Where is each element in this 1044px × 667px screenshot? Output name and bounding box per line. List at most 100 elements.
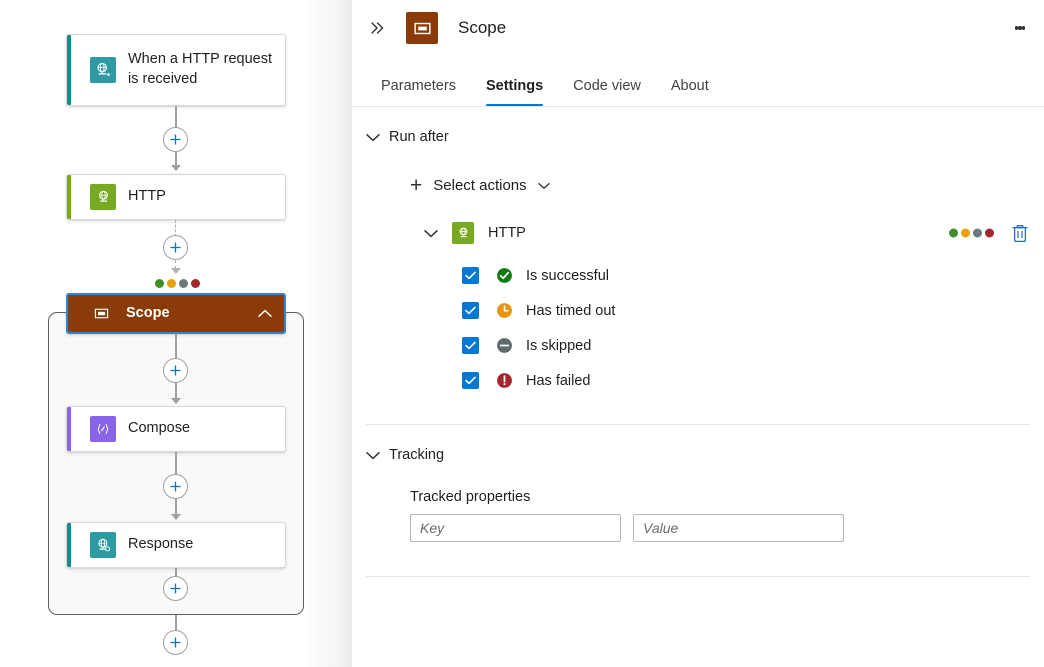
status-dot-skipped	[973, 229, 982, 238]
tab-label: Code view	[573, 78, 641, 94]
workflow-node-compose[interactable]: Compose	[66, 406, 286, 452]
run-after-action-row[interactable]: HTTP	[424, 222, 1030, 244]
chevron-up-icon[interactable]	[258, 305, 272, 323]
run-after-row-right	[949, 223, 1030, 244]
run-after-conditions: Is successful Has timed out	[462, 258, 1030, 398]
add-action-button-4[interactable]	[163, 474, 188, 499]
plus-icon	[169, 636, 182, 649]
tab-parameters[interactable]: Parameters	[366, 70, 471, 106]
select-actions-button[interactable]: + Select actions	[410, 175, 1030, 196]
error-circle-icon	[496, 372, 513, 389]
plus-icon	[169, 364, 182, 377]
condition-label: Has failed	[526, 373, 590, 389]
node-label: When a HTTP request is received	[128, 50, 285, 89]
panel-header: Scope	[352, 0, 1044, 56]
workflow-canvas-inner: When a HTTP request is received	[0, 0, 352, 667]
app-root: When a HTTP request is received	[0, 0, 1044, 667]
status-dot-skipped	[179, 279, 188, 288]
condition-label: Is skipped	[526, 338, 591, 354]
condition-has-failed[interactable]: Has failed	[462, 363, 1030, 398]
workflow-node-trigger[interactable]: When a HTTP request is received	[66, 34, 286, 106]
status-dot-failed	[191, 279, 200, 288]
condition-label: Has timed out	[526, 303, 615, 319]
http-globe-icon	[90, 184, 116, 210]
kebab-dot	[1022, 26, 1026, 30]
workflow-node-scope[interactable]: Scope	[66, 293, 286, 334]
more-vertical-icon[interactable]	[1004, 12, 1036, 44]
connector-arrow	[171, 268, 181, 274]
condition-has-timed-out[interactable]: Has timed out	[462, 293, 1030, 328]
connector-arrow	[171, 165, 181, 171]
http-globe-icon	[452, 222, 474, 244]
workflow-node-response[interactable]: Response	[66, 522, 286, 568]
trash-icon[interactable]	[1010, 223, 1030, 244]
connector-line	[175, 334, 177, 358]
plus-icon	[169, 241, 182, 254]
add-action-button-3[interactable]	[163, 358, 188, 383]
minus-circle-icon	[496, 337, 513, 354]
tab-about[interactable]: About	[656, 70, 724, 106]
section-run-after-header[interactable]: Run after	[366, 107, 1030, 145]
compose-braces-icon	[90, 416, 116, 442]
scope-icon	[406, 12, 438, 44]
tab-settings[interactable]: Settings	[471, 70, 558, 106]
connector-arrow	[171, 514, 181, 520]
checkbox-checked[interactable]	[462, 372, 479, 389]
connector-line	[175, 452, 177, 475]
chevron-down-icon[interactable]	[424, 229, 438, 238]
chevron-double-right-icon[interactable]	[366, 16, 390, 40]
section-divider-bottom	[366, 576, 1030, 577]
tab-label: Settings	[486, 78, 543, 94]
details-panel: Scope Parameters Settings Code view Abou…	[352, 0, 1044, 667]
run-after-status-dots	[949, 229, 994, 238]
chevron-down-icon	[366, 133, 380, 142]
tab-label: Parameters	[381, 78, 456, 94]
section-tracking-header[interactable]: Tracking	[366, 425, 1030, 463]
tracked-property-key-input[interactable]	[410, 514, 621, 542]
node-accent-bar	[67, 523, 71, 567]
checkbox-checked[interactable]	[462, 267, 479, 284]
node-accent-bar	[67, 35, 71, 105]
connector-arrow	[171, 398, 181, 404]
node-accent-bar	[67, 407, 71, 451]
checkmark-icon	[465, 376, 476, 385]
add-action-button-scope-end[interactable]	[163, 576, 188, 601]
add-action-button-2[interactable]	[163, 235, 188, 260]
chevron-down-icon	[538, 182, 550, 190]
connector-line	[175, 499, 177, 515]
node-label: Compose	[128, 419, 200, 439]
node-label: Response	[128, 535, 203, 555]
page-title: Scope	[458, 18, 506, 38]
status-dot-timedout	[167, 279, 176, 288]
node-status-dots	[155, 279, 200, 288]
plus-icon	[169, 133, 182, 146]
checkbox-checked[interactable]	[462, 337, 479, 354]
node-label: Scope	[126, 304, 180, 324]
tab-code-view[interactable]: Code view	[558, 70, 656, 106]
checkmark-icon	[465, 341, 476, 350]
tracked-properties-row	[410, 514, 1030, 542]
check-circle-icon	[496, 267, 513, 284]
connector-line	[175, 152, 177, 166]
status-dot-failed	[985, 229, 994, 238]
node-accent-bar	[67, 175, 71, 219]
status-dot-succeeded	[155, 279, 164, 288]
add-action-button-1[interactable]	[163, 127, 188, 152]
section-title: Run after	[389, 129, 449, 145]
workflow-canvas[interactable]: When a HTTP request is received	[0, 0, 352, 667]
tracked-property-value-input[interactable]	[633, 514, 844, 542]
condition-is-successful[interactable]: Is successful	[462, 258, 1030, 293]
panel-tabs: Parameters Settings Code view About	[352, 70, 1044, 106]
select-actions-label: Select actions	[433, 177, 526, 194]
status-dot-succeeded	[949, 229, 958, 238]
workflow-node-http[interactable]: HTTP	[66, 174, 286, 220]
add-action-button-bottom[interactable]	[163, 630, 188, 655]
condition-is-skipped[interactable]: Is skipped	[462, 328, 1030, 363]
chevron-down-icon	[366, 451, 380, 460]
run-after-action-name: HTTP	[488, 225, 526, 241]
checkmark-icon	[465, 271, 476, 280]
checkbox-checked[interactable]	[462, 302, 479, 319]
scope-icon	[88, 301, 114, 327]
plus-icon	[169, 582, 182, 595]
panel-body: Run after + Select actions	[352, 107, 1044, 577]
